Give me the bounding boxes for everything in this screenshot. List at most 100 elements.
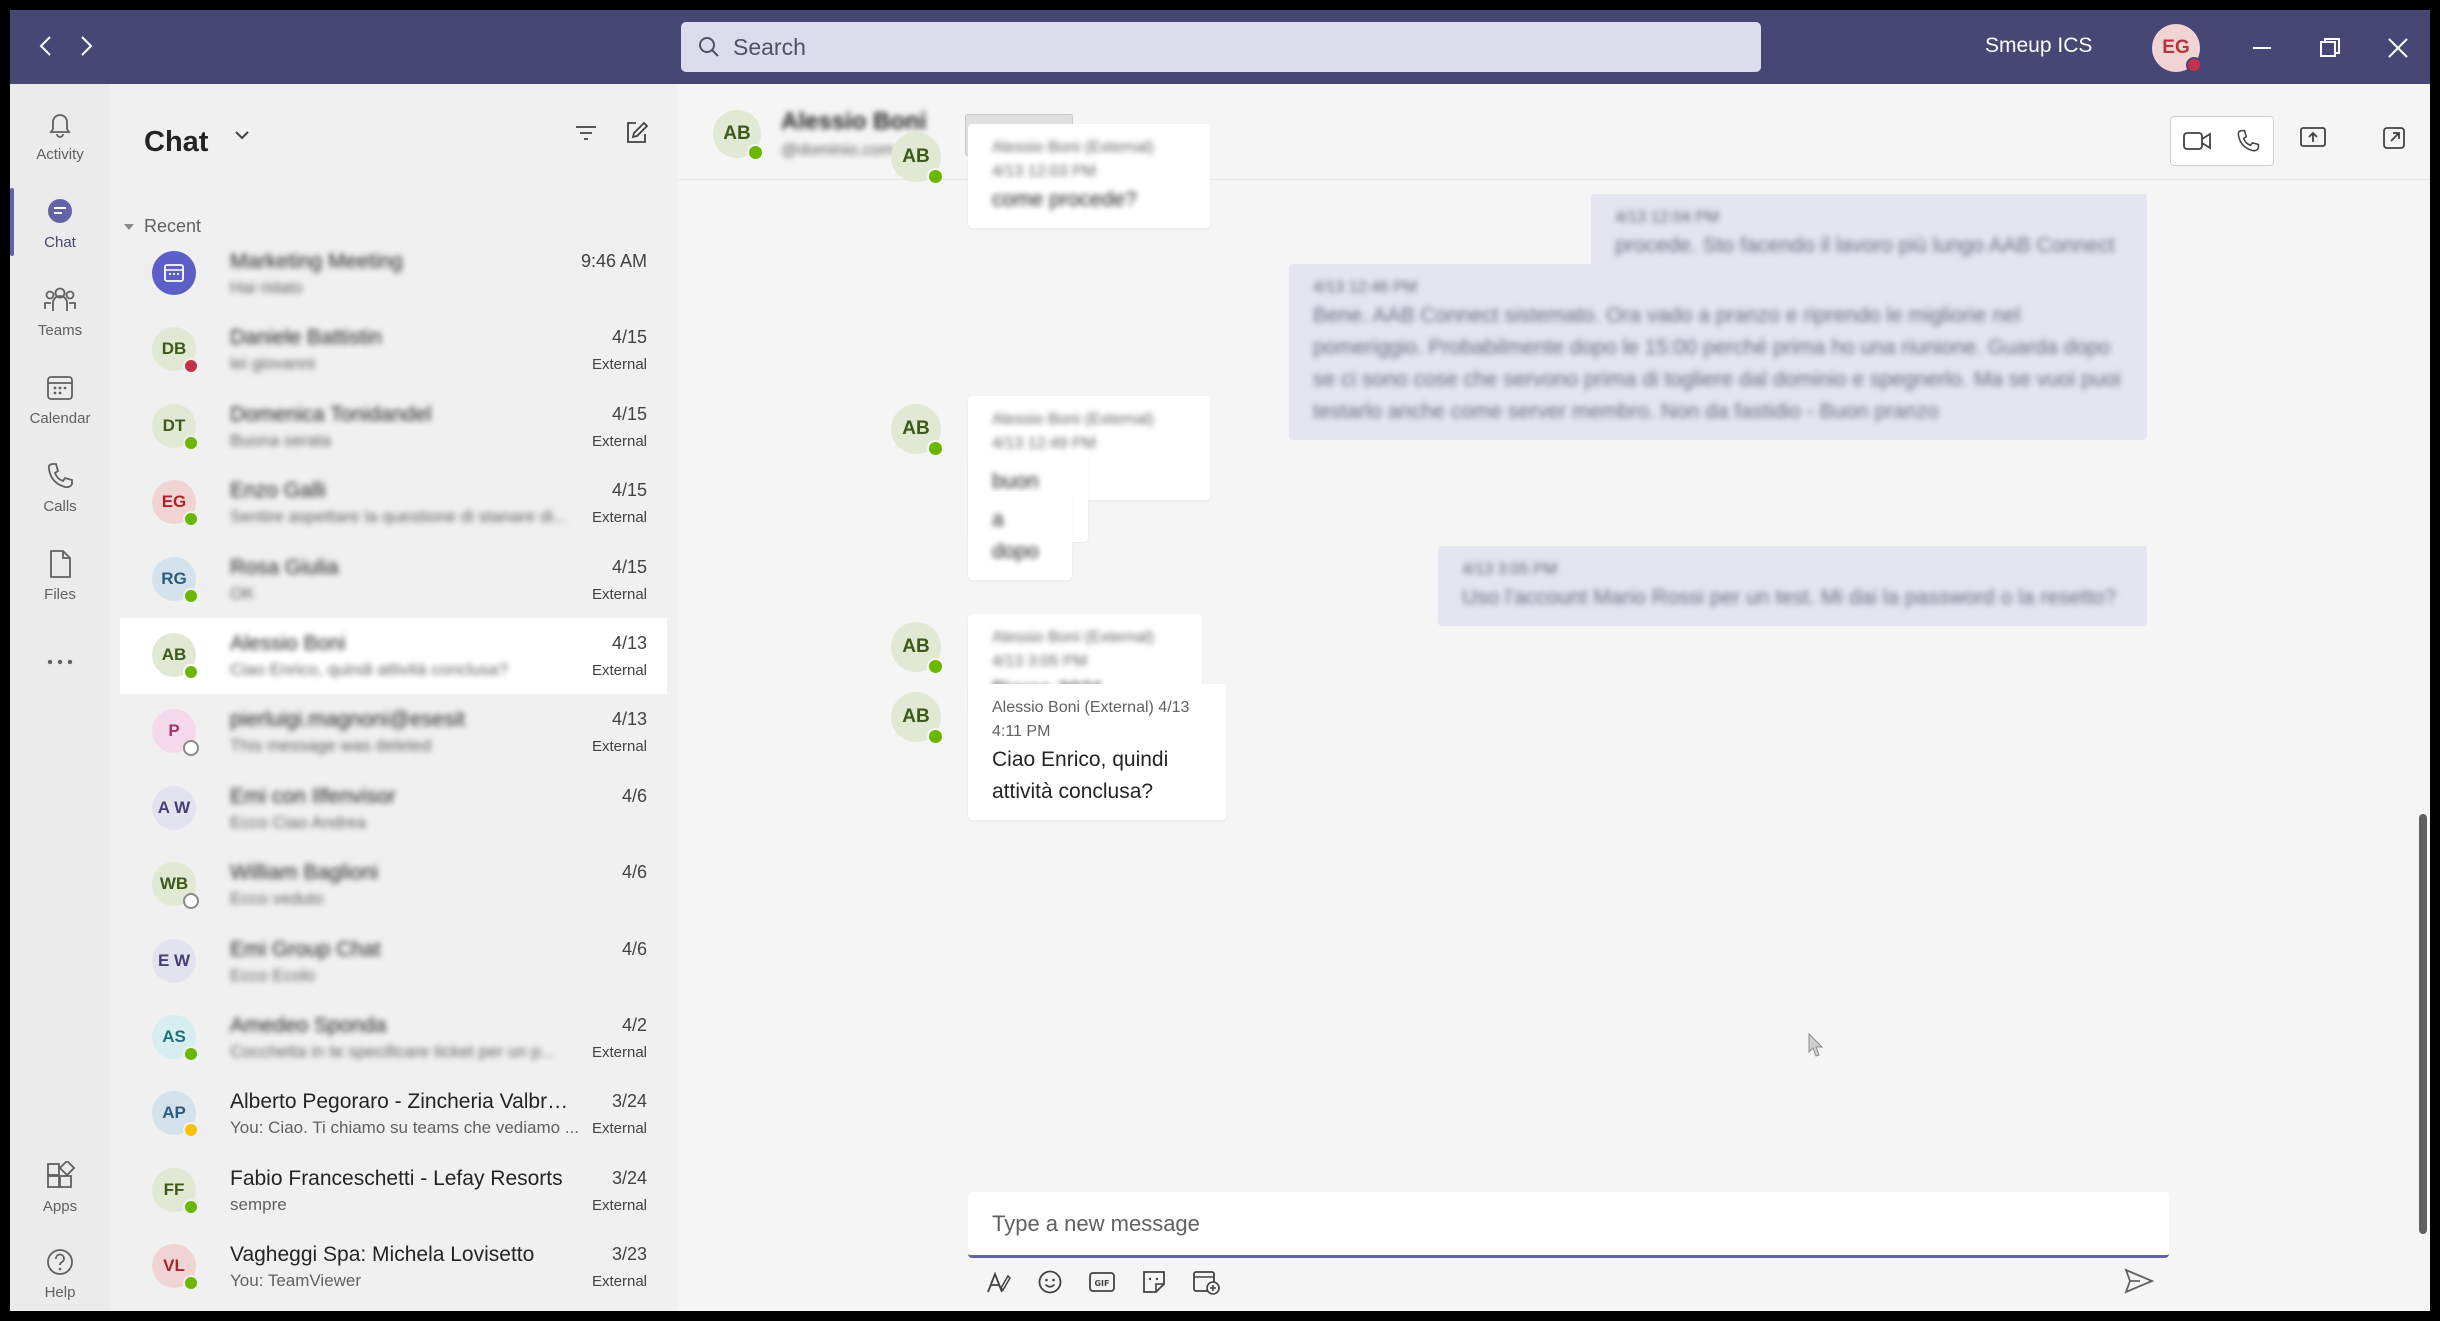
send-icon[interactable] (2124, 1267, 2155, 1300)
chat-list-item[interactable]: AS Amedeo Sponda Cocchetta in te specifica… (120, 1000, 667, 1076)
chat-preview: Sentire aspettare la questione di stanar… (230, 507, 568, 526)
avatar: AS (152, 1015, 199, 1062)
chat-preview: You: Ciao. Ti chiamo su teams che vediam… (230, 1118, 579, 1137)
chat-list-header: Chat (110, 84, 677, 180)
chat-list-item[interactable]: Ppierluigi.magnoni@esesit This message wa… (120, 694, 667, 770)
chat-list-item[interactable]: RG Rosa Giulia OK 4/15 External (120, 542, 667, 618)
format-icon[interactable] (982, 1266, 1014, 1298)
rail-item-help[interactable]: Help (10, 1230, 110, 1311)
chat-list-item[interactable]: Marketing Meeting Hai ridato 9:46 AM (120, 236, 667, 312)
presence-status-icon (183, 893, 199, 909)
call-button-group (2170, 116, 2274, 166)
chat-timestamp: 4/6 (621, 862, 647, 882)
external-label: External (591, 1044, 647, 1061)
external-label: External (591, 1120, 647, 1137)
chat-timestamp: 4/15 (611, 404, 647, 424)
chat-name: Domenica Tonidandel (230, 403, 432, 426)
video-call-icon[interactable] (2171, 117, 2222, 165)
rail-item-calls[interactable]: Calls (10, 444, 110, 528)
audio-call-icon[interactable] (2222, 117, 2273, 165)
chat-timestamp: 4/6 (621, 939, 647, 959)
emoji-icon[interactable] (1034, 1266, 1066, 1298)
back-arrow-icon[interactable] (28, 28, 64, 64)
presence-status-icon (183, 588, 199, 604)
sticker-icon[interactable] (1138, 1266, 1170, 1298)
presence-available-icon (747, 144, 764, 161)
outgoing-message[interactable]: 4/13 3:05 PM Uso l'account Mario Rossi pe… (1438, 546, 2147, 626)
new-chat-icon[interactable] (624, 120, 650, 151)
avatar-initials: AS (162, 1027, 186, 1046)
minimize-icon[interactable] (2242, 28, 2282, 68)
compose-box[interactable]: Type a new message (968, 1192, 2169, 1258)
conversation-header: AB Alessio Boni @dominio.com External (677, 84, 2430, 180)
rail-item-activity[interactable]: Activity (10, 92, 110, 176)
chat-name: pierluigi.magnoni@esesit (230, 708, 465, 731)
scrollbar-thumb[interactable] (2419, 814, 2427, 1234)
chat-preview: OK (230, 584, 255, 603)
profile-initials: EG (2162, 37, 2190, 58)
avatar: E W (152, 939, 196, 983)
incoming-message[interactable]: Alessio Boni (External) 4/13 4:11 PM Ciao… (968, 684, 1226, 820)
chat-list-item[interactable]: FF Fabio Franceschetti - Lefay Resorts sem… (120, 1153, 667, 1229)
pop-out-icon[interactable] (2382, 126, 2406, 155)
share-screen-icon[interactable] (2299, 126, 2327, 155)
rail-label: Chat (44, 233, 76, 251)
message-avatar[interactable]: AB (891, 622, 944, 675)
external-label: External (591, 586, 647, 603)
rail-item-more[interactable] (10, 622, 110, 706)
gif-icon[interactable]: GIF (1086, 1266, 1118, 1298)
rail-item-chat[interactable]: Chat (10, 180, 110, 264)
presence-available-icon (927, 168, 944, 185)
profile-avatar[interactable]: EG (2152, 24, 2202, 73)
avatar: FF (152, 1168, 199, 1215)
rail-item-apps[interactable]: Apps (10, 1144, 110, 1228)
external-label: External (591, 1273, 647, 1290)
avatar-initials: AB (902, 418, 930, 439)
chat-list-item[interactable]: WB William Baglioni Ecco veduto 4/6 (120, 847, 667, 923)
recent-section-header[interactable]: Recent (124, 216, 201, 237)
message-avatar[interactable]: AB (891, 132, 944, 185)
chat-preview: Cocchetta in te specificare ticket per u… (230, 1042, 556, 1061)
outgoing-message[interactable]: 4/13 12:04 PM procede. Sto facendo il lav… (1591, 194, 2147, 274)
contact-avatar[interactable]: AB (713, 110, 764, 161)
incoming-message[interactable]: Alessio Boni (External) 4/13 12:03 PM com… (968, 124, 1210, 228)
search-icon (699, 37, 719, 57)
rail-item-files[interactable]: Files (10, 532, 110, 616)
chat-list-item[interactable]: VL Vagheggi Spa: Michela Lovisetto You: Te… (120, 1229, 667, 1305)
conversation-pane: AB Alessio Boni @dominio.com External AB… (677, 84, 2430, 1311)
message-meta: Alessio Boni (External) 4/13 3:05 PM (992, 629, 1154, 670)
chat-timestamp: 4/15 (611, 557, 647, 577)
avatar-initials: DB (161, 339, 187, 358)
chat-list-item[interactable]: AP Alberto Pegoraro - Zincheria Valbrent.… (120, 1076, 667, 1152)
schedule-meeting-icon[interactable] (1190, 1266, 1222, 1298)
chat-list-item[interactable]: DT Domenica Tonidandel Buona serata 4/15 Ext… (120, 389, 667, 465)
filter-icon[interactable] (574, 122, 598, 149)
rail-item-calendar[interactable]: Calendar (10, 356, 110, 440)
message-text: Ciao Enrico, quindi attività conclusa? (992, 748, 1169, 803)
presence-status-icon (183, 740, 199, 756)
contact-name[interactable]: Alessio Boni (781, 108, 926, 136)
chat-list-item[interactable]: AB Alessio Boni Ciao Enrico, quindi attivi… (120, 618, 667, 694)
rail-item-teams[interactable]: Teams (10, 268, 110, 352)
search-input[interactable]: Search (681, 22, 1761, 72)
avatar-initials: AP (162, 1103, 186, 1122)
message-avatar[interactable]: AB (891, 692, 944, 745)
avatar-initials: EG (161, 492, 187, 511)
external-label: External (591, 1197, 647, 1214)
close-icon[interactable] (2378, 28, 2418, 68)
restore-icon[interactable] (2310, 28, 2350, 68)
incoming-message[interactable]: a dopo (968, 492, 1072, 580)
chat-list-item[interactable]: EG Enzo Galli Sentire aspettare la questio… (120, 465, 667, 541)
chat-list-item[interactable]: E W Emi Group Chat Ecco Ecolo 4/6 (120, 924, 667, 1000)
file-icon (42, 546, 78, 582)
forward-arrow-icon[interactable] (68, 28, 104, 64)
chat-list-item[interactable]: A W Emi con Ilfenvisor Ecco Ciao Andrea 4/6 (120, 771, 667, 847)
chevron-down-icon[interactable] (232, 124, 252, 149)
message-meta: 4/13 12:04 PM (1615, 209, 1720, 226)
chat-list-item[interactable]: DB Daniele Battistin lei giovanni 4/15 Exter… (120, 312, 667, 388)
message-avatar[interactable]: AB (891, 404, 944, 457)
avatar-initials: E W (157, 951, 191, 970)
chat-list-title[interactable]: Chat (144, 126, 208, 159)
outgoing-message[interactable]: 4/13 12:46 PM Bene. AAB Connect sistemato… (1289, 264, 2147, 440)
apps-icon (42, 1158, 78, 1194)
